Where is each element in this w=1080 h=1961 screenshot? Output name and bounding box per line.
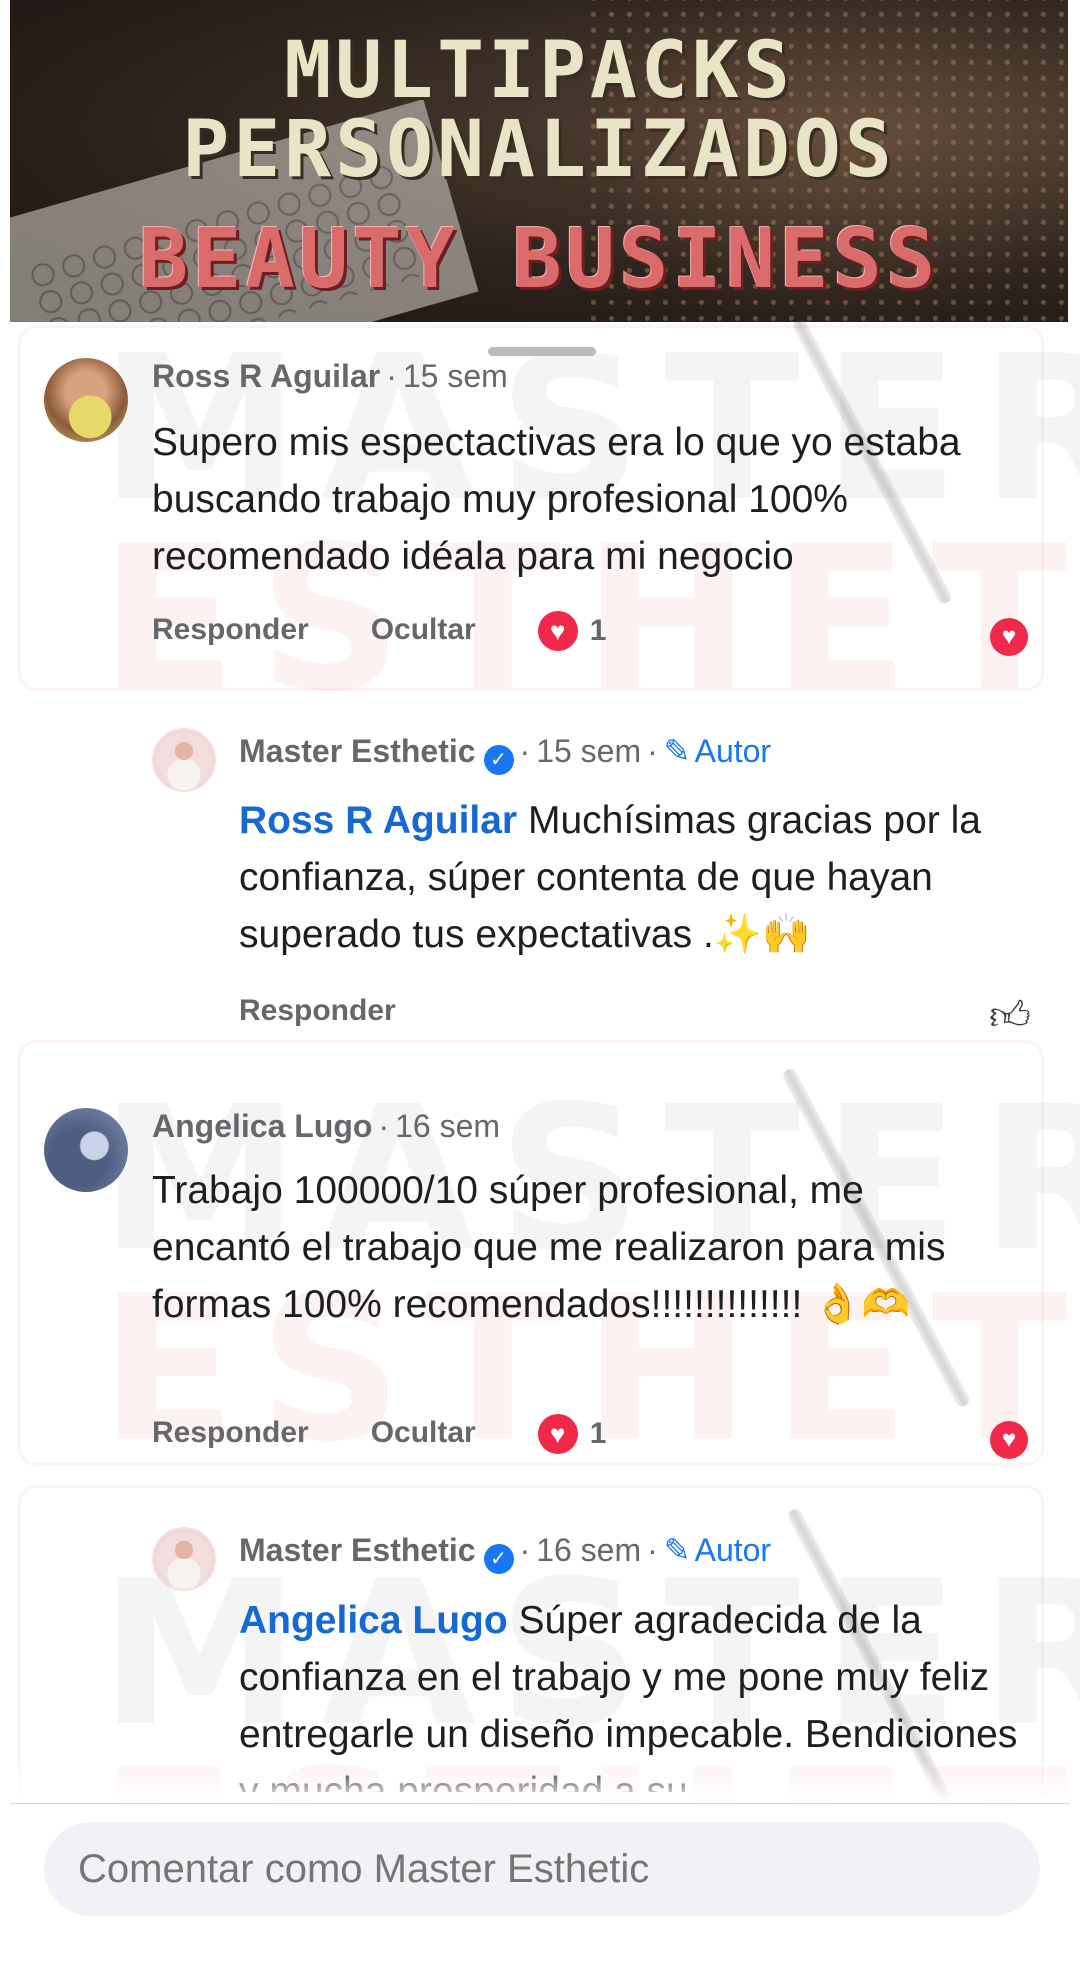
reaction-count: 1: [589, 614, 607, 647]
divider: [10, 1803, 1070, 1804]
comment-time[interactable]: 16 sem: [536, 1532, 641, 1568]
comment-header: Master Esthetic ✓ · 16 sem · ✎ Autor: [239, 1531, 771, 1574]
scroll-fade: [0, 1760, 1080, 1804]
reaction-count: 1: [589, 1417, 607, 1450]
comment-header: Master Esthetic ✓ · 15 sem · ✎ Autor: [239, 732, 771, 775]
comment-author[interactable]: Ross R Aguilar: [152, 358, 380, 394]
avatar[interactable]: [44, 1108, 128, 1192]
banner-title-line-3: BEAUTY BUSINESS: [138, 212, 940, 307]
verified-badge-icon: ✓: [483, 745, 514, 775]
comment-time[interactable]: 15 sem: [536, 733, 641, 769]
heart-icon: ♥: [537, 1414, 578, 1454]
comment-author[interactable]: Master Esthetic: [239, 733, 476, 769]
comment-author[interactable]: Angelica Lugo: [152, 1108, 372, 1144]
comment-input[interactable]: [44, 1822, 1040, 1916]
reaction-summary[interactable]: ♥ 1: [537, 1414, 607, 1454]
reply-button[interactable]: Responder: [239, 994, 396, 1027]
sheet-drag-handle[interactable]: [488, 347, 596, 356]
comment-header: Angelica Lugo · 16 sem: [152, 1108, 501, 1144]
comment-actions: Responder Ocultar ♥ 1: [152, 611, 606, 651]
banner-title-line-2: PERSONALIZADOS: [182, 105, 896, 195]
reaction-summary[interactable]: ♥ 1: [537, 611, 607, 651]
hide-button[interactable]: Ocultar: [371, 1416, 476, 1449]
reply-button[interactable]: Responder: [152, 1416, 309, 1449]
heart-icon[interactable]: ♥: [990, 1421, 1028, 1459]
avatar[interactable]: [152, 728, 216, 792]
author-badge: Autor: [694, 733, 772, 769]
comment-header: Ross R Aguilar · 15 sem: [152, 358, 508, 394]
heart-icon[interactable]: ♥: [990, 618, 1028, 656]
comment-text: Ross R Aguilar Muchísimas gracias por la…: [239, 792, 1039, 963]
comment-author[interactable]: Master Esthetic: [239, 1532, 476, 1568]
reply-button[interactable]: Responder: [152, 613, 309, 646]
author-badge: Autor: [694, 1532, 772, 1568]
comment-text: Trabajo 100000/10 súper profesional, me …: [152, 1169, 946, 1326]
avatar[interactable]: [44, 358, 128, 442]
pencil-icon: ✎: [663, 1532, 691, 1568]
comment-time[interactable]: 15 sem: [403, 358, 508, 394]
banner-title-line-1: MULTIPACKS: [284, 26, 794, 116]
comment-actions: Responder: [239, 994, 458, 1028]
comment-text: Supero mis espectactivas era lo que yo e…: [152, 421, 961, 578]
mention-link[interactable]: Ross R Aguilar: [239, 799, 517, 842]
pencil-icon: ✎: [663, 733, 691, 769]
mention-link[interactable]: Angelica Lugo: [239, 1599, 508, 1642]
thumbs-up-icon[interactable]: 👍︎: [988, 994, 1032, 1038]
comment-actions: Responder Ocultar ♥ 1: [152, 1414, 606, 1454]
verified-badge-icon: ✓: [483, 1544, 514, 1574]
post-banner-image: MULTIPACKS PERSONALIZADOS BEAUTY BUSINES…: [10, 0, 1068, 322]
hide-button[interactable]: Ocultar: [371, 613, 476, 646]
comment-time[interactable]: 16 sem: [395, 1108, 500, 1144]
avatar[interactable]: [152, 1527, 216, 1591]
heart-icon: ♥: [537, 611, 578, 651]
